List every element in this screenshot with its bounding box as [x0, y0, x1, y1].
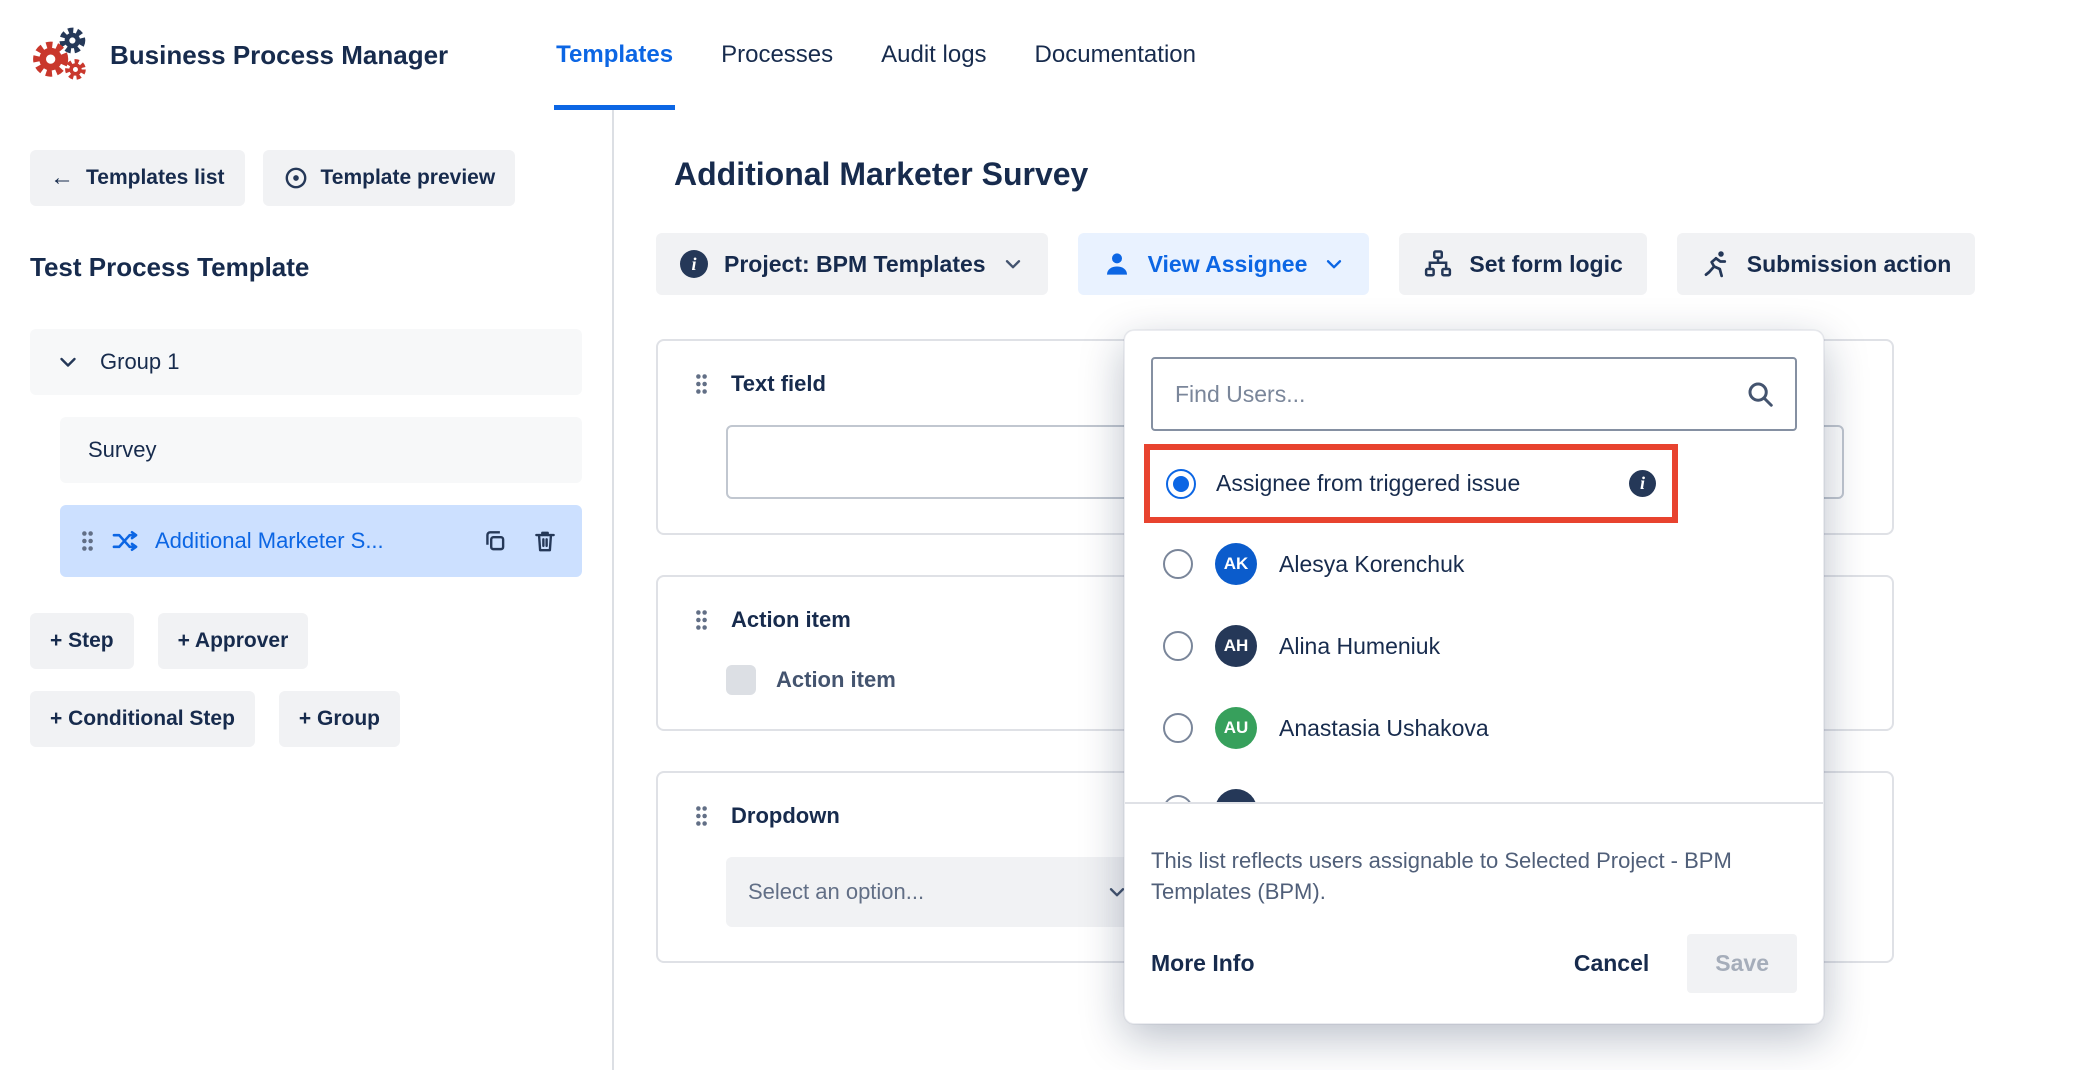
save-button[interactable]: Save — [1687, 934, 1797, 993]
preview-eye-icon — [283, 165, 309, 191]
more-info-link[interactable]: More Info — [1151, 950, 1255, 977]
back-to-templates-button[interactable]: ← Templates list — [30, 150, 245, 206]
trash-icon — [532, 528, 558, 554]
template-title: Test Process Template — [30, 252, 582, 283]
assignable-users-note: This list reflects users assignable to S… — [1151, 826, 1781, 908]
page-title: Additional Marketer Survey — [674, 156, 2090, 193]
tab-templates[interactable]: Templates — [556, 0, 673, 110]
search-icon — [1745, 379, 1775, 409]
add-step-button[interactable]: + Step — [30, 613, 134, 669]
radio-selected[interactable] — [1166, 469, 1196, 499]
app-logo-gears-icon — [30, 24, 92, 86]
drag-handle-icon[interactable] — [80, 529, 95, 553]
chevron-down-icon — [56, 350, 80, 374]
project-selector-label: Project: BPM Templates — [724, 251, 986, 278]
sidebar-item-survey[interactable]: Survey — [60, 417, 582, 483]
info-icon[interactable]: i — [1629, 470, 1656, 497]
user-search-box — [1151, 357, 1797, 431]
app-title: Business Process Manager — [110, 40, 448, 71]
radio-unselected[interactable] — [1163, 549, 1193, 579]
annotation-highlight-box: Assignee from triggered issue i — [1144, 444, 1678, 523]
runner-icon — [1701, 249, 1731, 279]
back-arrow-icon: ← — [50, 164, 74, 192]
copy-button[interactable] — [478, 524, 512, 558]
popup-footer: More Info Cancel Save — [1151, 934, 1797, 993]
toolbar: i Project: BPM Templates View Assignee S… — [656, 233, 2090, 295]
field-label: Text field — [731, 371, 826, 397]
user-row-partial[interactable] — [1151, 769, 1797, 802]
chevron-down-icon — [1323, 253, 1345, 275]
user-name: Alina Humeniuk — [1279, 633, 1440, 660]
submission-action-button[interactable]: Submission action — [1677, 233, 1975, 295]
person-icon — [1102, 249, 1132, 279]
view-assignee-label: View Assignee — [1148, 251, 1308, 278]
field-label: Action item — [731, 607, 851, 633]
info-icon: i — [680, 250, 708, 278]
selected-item-label: Additional Marketer S... — [155, 528, 462, 554]
tab-audit-logs[interactable]: Audit logs — [881, 0, 986, 110]
assignee-popup: Assignee from triggered issue i AK Alesy… — [1124, 330, 1824, 1024]
tab-processes[interactable]: Processes — [721, 0, 833, 110]
main-nav: Templates Processes Audit logs Documenta… — [556, 0, 1196, 110]
delete-button[interactable] — [528, 524, 562, 558]
set-form-logic-button[interactable]: Set form logic — [1399, 233, 1646, 295]
view-assignee-button[interactable]: View Assignee — [1078, 233, 1370, 295]
user-row[interactable]: AK Alesya Korenchuk — [1151, 523, 1797, 605]
drag-handle-icon[interactable] — [694, 372, 709, 396]
action-item-checkbox-label: Action item — [776, 667, 896, 693]
group-row[interactable]: Group 1 — [30, 329, 582, 395]
shuffle-icon — [111, 527, 139, 555]
user-row[interactable]: AH Alina Humeniuk — [1151, 605, 1797, 687]
copy-icon — [482, 528, 508, 554]
action-item-checkbox[interactable] — [726, 665, 756, 695]
chevron-down-icon — [1002, 253, 1024, 275]
avatar: AH — [1215, 625, 1257, 667]
set-form-logic-label: Set form logic — [1469, 251, 1622, 278]
cancel-button[interactable]: Cancel — [1574, 950, 1649, 977]
drag-handle-icon[interactable] — [694, 608, 709, 632]
add-approver-button[interactable]: + Approver — [158, 613, 309, 669]
add-conditional-step-button[interactable]: + Conditional Step — [30, 691, 255, 747]
project-selector-button[interactable]: i Project: BPM Templates — [656, 233, 1048, 295]
user-name: Anastasia Ushakova — [1279, 715, 1489, 742]
user-name: Alesya Korenchuk — [1279, 551, 1464, 578]
tab-documentation[interactable]: Documentation — [1035, 0, 1196, 110]
back-to-templates-label: Templates list — [86, 166, 225, 190]
template-preview-button[interactable]: Template preview — [263, 150, 516, 206]
drag-handle-icon[interactable] — [694, 804, 709, 828]
add-group-button[interactable]: + Group — [279, 691, 400, 747]
user-list: AK Alesya Korenchuk AH Alina Humeniuk AU… — [1151, 523, 1797, 802]
user-search-input[interactable] — [1173, 380, 1745, 409]
app-header: Business Process Manager Templates Proce… — [0, 0, 2090, 110]
sidebar: ← Templates list Template preview Test P… — [0, 110, 614, 1070]
avatar: AK — [1215, 543, 1257, 585]
avatar — [1215, 789, 1257, 802]
radio-unselected[interactable] — [1163, 795, 1193, 802]
submission-action-label: Submission action — [1747, 251, 1951, 278]
assignee-from-triggered-issue-option[interactable]: Assignee from triggered issue — [1216, 470, 1609, 497]
dropdown-placeholder: Select an option... — [748, 879, 924, 905]
sitemap-icon — [1423, 249, 1453, 279]
user-row[interactable]: AU Anastasia Ushakova — [1151, 687, 1797, 769]
popup-divider — [1125, 802, 1823, 804]
sidebar-item-additional-marketer-survey[interactable]: Additional Marketer S... — [60, 505, 582, 577]
template-preview-label: Template preview — [321, 166, 496, 190]
survey-label: Survey — [88, 437, 156, 463]
field-label: Dropdown — [731, 803, 840, 829]
radio-unselected[interactable] — [1163, 631, 1193, 661]
group-label: Group 1 — [100, 349, 180, 375]
dropdown-select[interactable]: Select an option... — [726, 857, 1150, 927]
avatar: AU — [1215, 707, 1257, 749]
radio-unselected[interactable] — [1163, 713, 1193, 743]
